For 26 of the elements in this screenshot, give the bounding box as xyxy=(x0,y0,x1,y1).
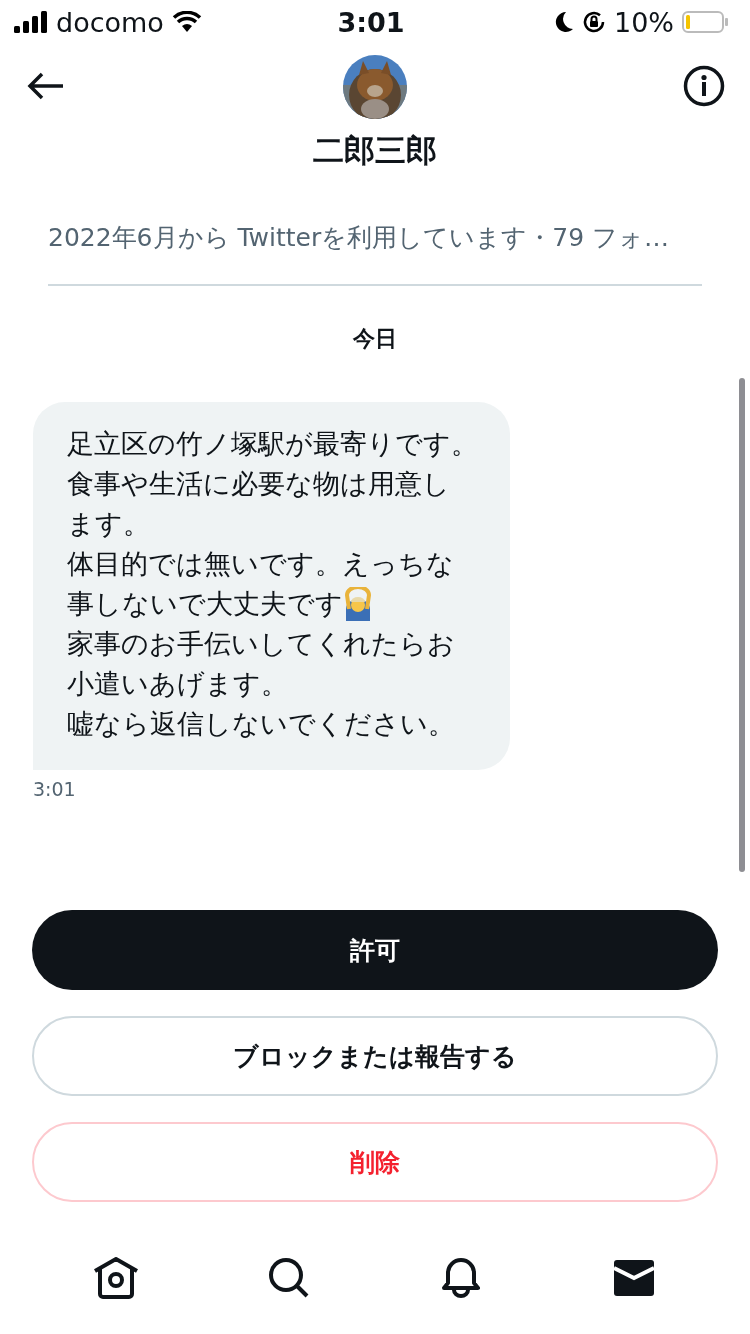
status-time: 3:01 xyxy=(337,6,405,38)
message-text: 体目的では無いです。えっちな xyxy=(67,547,454,581)
allow-button[interactable]: 許可 xyxy=(32,910,718,990)
message-text: ます。 xyxy=(67,507,150,541)
message-time: 3:01 xyxy=(33,778,76,800)
delete-button[interactable]: 削除 xyxy=(32,1122,718,1202)
profile-info: 2022年6月から Twitterを利用しています・79 フォ… xyxy=(48,223,670,252)
carrier-name: docomo xyxy=(56,6,164,38)
message-text: 小遣いあげます。 xyxy=(67,667,288,701)
date-label: 今日 xyxy=(353,326,397,351)
back-arrow-icon xyxy=(27,71,65,101)
message-text: 嘘なら返信しないでください。 xyxy=(67,707,455,741)
moon-icon xyxy=(554,11,574,33)
signal-icon xyxy=(14,11,48,33)
message-text: 食事や生活に必要な物は用意し xyxy=(67,467,450,501)
message-text: 家事のお手伝いしてくれたらお xyxy=(67,627,455,661)
block-report-button[interactable]: ブロックまたは報告する xyxy=(32,1016,718,1096)
info-icon xyxy=(683,65,725,107)
rotation-lock-icon xyxy=(582,10,606,34)
wifi-icon xyxy=(171,11,202,33)
message-text: 足立区の竹ノ塚駅が最寄りです。 xyxy=(67,427,478,461)
message-text: 事しないで大丈夫です xyxy=(67,587,343,621)
contact-name: 二郎三郎 xyxy=(313,131,437,170)
battery-icon xyxy=(682,11,728,33)
info-button[interactable] xyxy=(682,64,726,108)
battery-percent: 10% xyxy=(614,6,674,38)
